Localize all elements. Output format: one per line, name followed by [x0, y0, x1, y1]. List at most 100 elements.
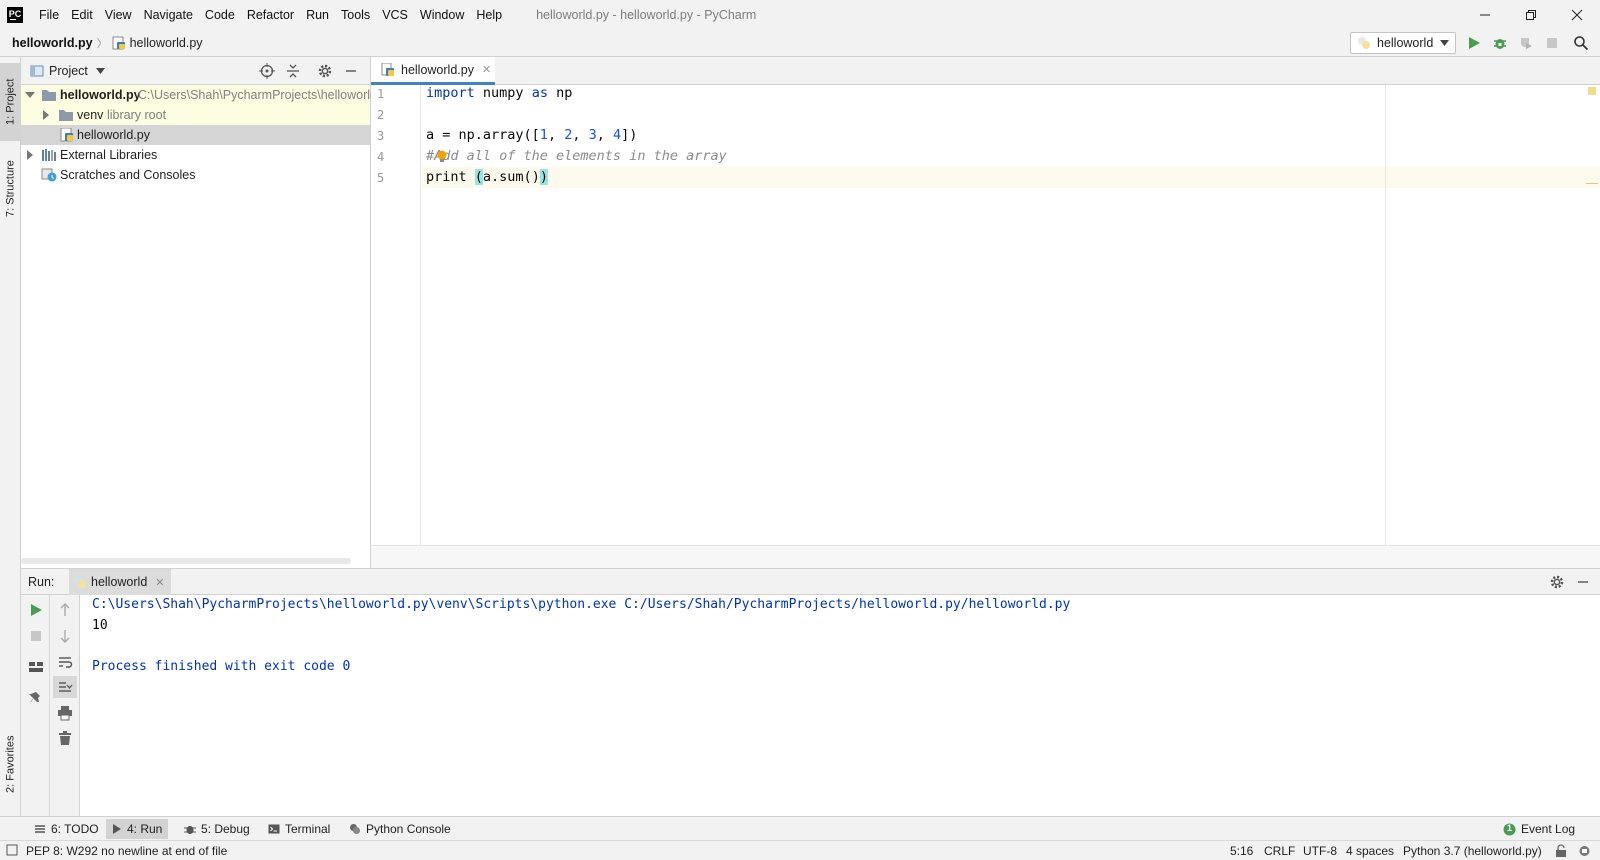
python-console-icon — [350, 824, 360, 834]
tree-item-scratches[interactable]: Scratches and Consoles — [21, 165, 370, 185]
python-icon — [1358, 37, 1370, 49]
breadcrumb-project[interactable]: helloworld.py — [0, 36, 93, 50]
menu-window[interactable]: Window — [414, 8, 470, 22]
menu-view[interactable]: View — [99, 8, 138, 22]
tree-collapsed-arrow-icon[interactable] — [25, 150, 35, 160]
indent-setting[interactable]: 4 spaces — [1346, 844, 1394, 858]
trash-icon[interactable] — [57, 730, 73, 746]
tree-expanded-arrow-icon[interactable] — [25, 90, 35, 100]
chevron-down-icon[interactable] — [95, 67, 105, 74]
folder-icon — [42, 90, 56, 101]
error-stripe-marker[interactable] — [1586, 183, 1598, 184]
menu-refactor-label: Refactor — [246, 7, 295, 22]
soft-wrap-icon[interactable] — [57, 654, 73, 670]
status-message[interactable]: PEP 8: W292 no newline at end of file — [26, 844, 227, 858]
close-window-button[interactable] — [1554, 0, 1600, 29]
menu-refactor[interactable]: Refactor — [241, 8, 300, 22]
breadcrumb-file[interactable]: helloworld.py — [112, 36, 203, 50]
minimize-icon — [1480, 14, 1490, 15]
keyword-import: import — [426, 85, 475, 101]
run-with-coverage-icon[interactable] — [1518, 35, 1534, 51]
tree-item-venv[interactable]: venv library root — [21, 105, 370, 125]
minimize-button[interactable] — [1462, 0, 1508, 29]
run-tab-label: helloworld — [91, 575, 148, 589]
menu-navigate[interactable]: Navigate — [138, 8, 199, 22]
horizontal-scrollbar[interactable] — [21, 558, 351, 564]
status-bar: PEP 8: W292 no newline at end of file 5:… — [0, 840, 1600, 860]
python-interpreter[interactable]: Python 3.7 (helloworld.py) — [1403, 844, 1542, 858]
code-editor[interactable]: 1 2 3 4 5 import numpy as np a = np.arra… — [371, 85, 1600, 568]
tree-collapsed-arrow-icon[interactable] — [41, 110, 51, 120]
tree-item-external-libraries[interactable]: External Libraries — [21, 145, 370, 165]
collapse-all-icon[interactable] — [285, 63, 301, 79]
run-configuration-dropdown[interactable]: helloworld — [1350, 32, 1456, 54]
debug-icon[interactable] — [1492, 35, 1508, 51]
tool-tab-terminal[interactable]: Terminal — [262, 819, 336, 839]
rerun-icon[interactable] — [28, 602, 44, 618]
caret-position[interactable]: 5:16 — [1230, 844, 1253, 858]
toggle-tool-windows-icon[interactable] — [6, 844, 18, 856]
console-output-line: 10 — [92, 618, 108, 633]
run-console-output[interactable]: C:\Users\Shah\PycharmProjects\helloworld… — [80, 595, 1600, 816]
inspection-status-marker[interactable] — [1588, 87, 1596, 95]
hide-panel-icon[interactable] — [1575, 574, 1591, 590]
number-literal: 3 — [588, 127, 597, 143]
search-everywhere-icon[interactable] — [1573, 35, 1589, 51]
bottom-tool-window-bar: 6: TODO 4: Run 5: Debug Terminal Python … — [0, 816, 1600, 840]
menu-code[interactable]: Code — [199, 8, 241, 22]
menu-vcs[interactable]: VCS — [376, 8, 414, 22]
pycharm-logo-icon: PC — [7, 6, 23, 23]
tool-tab-favorites[interactable]: 2: Favorites — [0, 719, 21, 809]
restore-button[interactable] — [1508, 0, 1554, 29]
file-encoding[interactable]: UTF-8 — [1303, 844, 1337, 858]
tool-tab-structure[interactable]: 7: Structure — [0, 149, 21, 229]
stop-icon[interactable] — [1544, 35, 1560, 51]
tool-tab-event-log[interactable]: 1 Event Log — [1497, 819, 1581, 839]
tree-item-venv-label: venv — [77, 108, 104, 122]
left-tool-window-strip: 1: Project 7: Structure 2: Favorites — [0, 57, 21, 816]
menu-run[interactable]: Run — [300, 8, 335, 22]
run-tab-helloworld[interactable]: helloworld ✕ — [69, 569, 171, 595]
locate-file-icon[interactable] — [259, 63, 275, 79]
project-view-selector[interactable]: Project — [49, 64, 88, 78]
python-file-icon — [381, 62, 394, 76]
pin-tab-icon[interactable] — [28, 691, 44, 707]
tool-tab-project[interactable]: 1: Project — [0, 63, 21, 141]
tool-tab-python-console[interactable]: Python Console — [343, 819, 457, 839]
gear-icon[interactable] — [317, 63, 333, 79]
arrow-up-icon[interactable] — [57, 602, 73, 618]
run-toolbar-primary — [21, 595, 50, 816]
intention-bulb-icon[interactable] — [436, 150, 448, 164]
line-separator[interactable]: CRLF — [1264, 844, 1295, 858]
project-view-icon — [30, 65, 44, 77]
hide-panel-icon[interactable] — [343, 63, 359, 79]
restore-layout-icon[interactable] — [28, 659, 44, 675]
arrow-down-icon[interactable] — [57, 628, 73, 644]
tree-item-project-root[interactable]: helloworld.py C:\Users\Shah\PycharmProje… — [21, 85, 377, 105]
gear-icon[interactable] — [1549, 574, 1565, 590]
code-token: print — [426, 169, 475, 185]
menu-edit[interactable]: Edit — [65, 8, 99, 22]
stop-icon[interactable] — [28, 628, 44, 644]
tool-tab-run[interactable]: 4: Run — [106, 819, 169, 839]
run-icon[interactable] — [1466, 35, 1482, 51]
tree-item-helloworld-file[interactable]: helloworld.py — [21, 125, 370, 145]
close-tab-icon[interactable]: ✕ — [482, 63, 491, 76]
current-line-highlight — [422, 167, 1600, 188]
close-tab-icon[interactable]: ✕ — [155, 576, 164, 589]
menu-window-label: Window — [419, 7, 465, 22]
print-icon[interactable] — [57, 705, 73, 721]
tool-tab-debug[interactable]: 5: Debug — [178, 819, 256, 839]
menu-file[interactable]: File — [33, 8, 65, 22]
restore-icon — [1526, 9, 1536, 20]
chevron-down-icon — [1440, 40, 1449, 46]
menu-help[interactable]: Help — [470, 8, 508, 22]
lock-icon[interactable] — [1555, 844, 1567, 857]
editor-tab-helloworld[interactable]: helloworld.py ✕ — [371, 57, 495, 85]
inspector-icon[interactable] — [1578, 844, 1591, 857]
scroll-to-end-icon[interactable] — [57, 679, 73, 695]
console-command-line: C:\Users\Shah\PycharmProjects\helloworld… — [92, 597, 1071, 612]
run-panel-label: Run: — [28, 574, 55, 589]
menu-tools[interactable]: Tools — [335, 8, 376, 22]
tool-tab-todo[interactable]: 6: TODO — [28, 819, 105, 839]
